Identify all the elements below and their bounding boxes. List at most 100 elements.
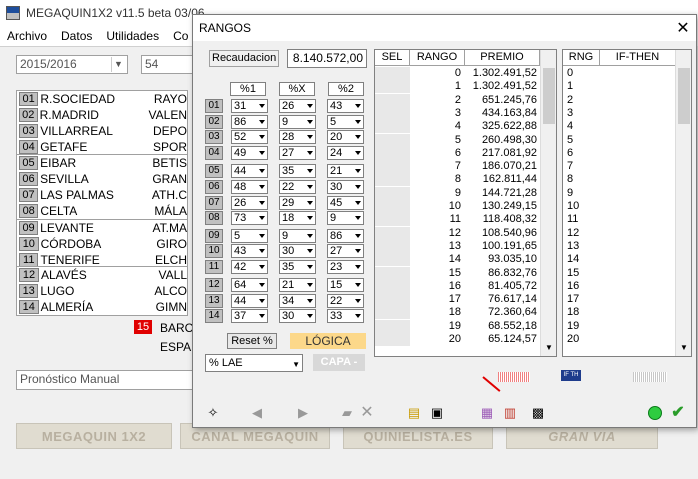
scrollbar-thumb[interactable] [678, 68, 690, 124]
open-folder-icon[interactable]: ▤ [406, 406, 422, 420]
pct1-select[interactable]: 26 [231, 196, 268, 210]
recaudacion-input[interactable]: 8.140.572,00 [287, 49, 367, 68]
sel-cell[interactable] [375, 333, 410, 346]
pct1-select[interactable]: 5 [231, 229, 268, 243]
eraser-icon[interactable]: ▰ [339, 406, 355, 420]
pct2-select[interactable]: 9 [327, 211, 364, 225]
pct1-select[interactable]: 52 [231, 130, 268, 144]
pct1-select[interactable]: 73 [231, 211, 268, 225]
pctx-select[interactable]: 29 [279, 196, 316, 210]
ifthen-scrollbar[interactable]: ▼ [675, 50, 691, 356]
pct2-select[interactable]: 33 [327, 309, 364, 323]
match-row[interactable]: 04 GETAFE SPOR [17, 139, 187, 155]
pctx-select[interactable]: 34 [279, 294, 316, 308]
pctx-select[interactable]: 9 [279, 115, 316, 129]
pct2-select[interactable]: 20 [327, 130, 364, 144]
sel-cell[interactable] [375, 200, 410, 213]
close-icon[interactable]: ✕ [670, 18, 696, 38]
pct1-select[interactable]: 31 [231, 99, 268, 113]
sel-cell[interactable] [375, 186, 410, 200]
lae-select[interactable]: % LAE ▼ [205, 354, 303, 372]
sel-cell[interactable] [375, 160, 410, 174]
match-row[interactable]: 03 VILLARREAL DEPO [17, 123, 187, 139]
save-icon[interactable]: ▣ [429, 406, 445, 420]
sel-cell[interactable] [375, 306, 410, 320]
scrollbar-thumb[interactable] [543, 68, 555, 124]
capa-button[interactable]: CAPA - [313, 354, 365, 371]
sel-cell[interactable] [375, 80, 410, 94]
pct1-select[interactable]: 44 [231, 164, 268, 178]
calculator-icon[interactable]: ▩ [530, 406, 546, 420]
pctx-select[interactable]: 28 [279, 130, 316, 144]
pct2-select[interactable]: 27 [327, 244, 364, 258]
scroll-down-icon[interactable]: ▼ [545, 343, 553, 352]
jornada-select[interactable]: 54 [141, 55, 193, 74]
match-row[interactable]: 05 EIBAR BETIS [17, 155, 187, 171]
pct2-select[interactable]: 23 [327, 260, 364, 274]
match-row[interactable]: 12 ALAVÉS VALL [17, 267, 187, 283]
pctx-select[interactable]: 27 [279, 146, 316, 160]
sel-cell[interactable] [375, 120, 410, 134]
pct2-select[interactable]: 45 [327, 196, 364, 210]
pctx-select[interactable]: 22 [279, 180, 316, 194]
grid-calendar-icon[interactable]: ▦ [479, 406, 495, 420]
pronostico-select[interactable]: Pronóstico Manual [16, 370, 194, 390]
pct2-select[interactable]: 30 [327, 180, 364, 194]
green-status-icon[interactable] [648, 406, 662, 420]
pctx-select[interactable]: 18 [279, 211, 316, 225]
ifthen-badge-icon[interactable]: IF TH [561, 370, 581, 381]
pctx-select[interactable]: 21 [279, 278, 316, 292]
sel-cell[interactable] [375, 226, 410, 240]
pctx-select[interactable]: 35 [279, 164, 316, 178]
pctx-select[interactable]: 9 [279, 229, 316, 243]
arrow-right-icon[interactable]: ▶ [295, 406, 311, 420]
brand-megaquin-button[interactable]: MEGAQUIN 1X2 [16, 423, 172, 449]
pctx-select[interactable]: 30 [279, 244, 316, 258]
sel-cell[interactable] [375, 146, 410, 160]
pct2-select[interactable]: 43 [327, 99, 364, 113]
match-row[interactable]: 08 CELTA MÁLA [17, 203, 187, 219]
pct1-select[interactable]: 43 [231, 244, 268, 258]
match-row[interactable]: 10 CÓRDOBA GIRO [17, 236, 187, 252]
pctx-select[interactable]: 26 [279, 99, 316, 113]
match-row[interactable]: 01 R.SOCIEDAD RAYO [17, 91, 187, 107]
pctx-select[interactable]: 35 [279, 260, 316, 274]
sel-cell[interactable] [375, 93, 410, 107]
sel-cell[interactable] [375, 133, 410, 147]
logica-button[interactable]: LÓGICA [290, 333, 366, 349]
sel-cell[interactable] [375, 293, 410, 307]
pct1-select[interactable]: 42 [231, 260, 268, 274]
sel-cell[interactable] [375, 266, 410, 280]
pct1-select[interactable]: 64 [231, 278, 268, 292]
match-row[interactable]: 06 SEVILLA GRAN [17, 171, 187, 187]
magic-wand-icon[interactable]: ✧ [205, 406, 221, 420]
pct1-select[interactable]: 44 [231, 294, 268, 308]
arrow-left-icon[interactable]: ◀ [249, 406, 265, 420]
sel-cell[interactable] [375, 67, 410, 80]
pct1-select[interactable]: 86 [231, 115, 268, 129]
season-select[interactable]: 2015/2016 ▼ [16, 55, 128, 74]
pct1-select[interactable]: 48 [231, 180, 268, 194]
pct2-select[interactable]: 86 [327, 229, 364, 243]
pct2-select[interactable]: 15 [327, 278, 364, 292]
scroll-down-icon[interactable]: ▼ [680, 343, 688, 352]
menu-datos[interactable]: Datos [54, 29, 99, 43]
sel-cell[interactable] [375, 239, 410, 253]
pct2-select[interactable]: 5 [327, 115, 364, 129]
match-row[interactable]: 02 R.MADRID VALEN [17, 107, 187, 123]
pct1-select[interactable]: 37 [231, 309, 268, 323]
match-row[interactable]: 07 LAS PALMAS ATH.C [17, 187, 187, 203]
sel-cell[interactable] [375, 319, 410, 333]
menu-archivo[interactable]: Archivo [0, 29, 54, 43]
sel-cell[interactable] [375, 213, 410, 227]
pct2-select[interactable]: 24 [327, 146, 364, 160]
accept-check-icon[interactable]: ✔ [670, 405, 686, 421]
pct2-select[interactable]: 22 [327, 294, 364, 308]
pct2-select[interactable]: 21 [327, 164, 364, 178]
rangos-scrollbar[interactable]: ▼ [540, 50, 556, 356]
match-row[interactable]: 13 LUGO ALCO [17, 283, 187, 299]
pct1-select[interactable]: 49 [231, 146, 268, 160]
delete-icon[interactable]: ✕ [359, 405, 375, 421]
sel-cell[interactable] [375, 279, 410, 293]
sel-cell[interactable] [375, 173, 410, 187]
